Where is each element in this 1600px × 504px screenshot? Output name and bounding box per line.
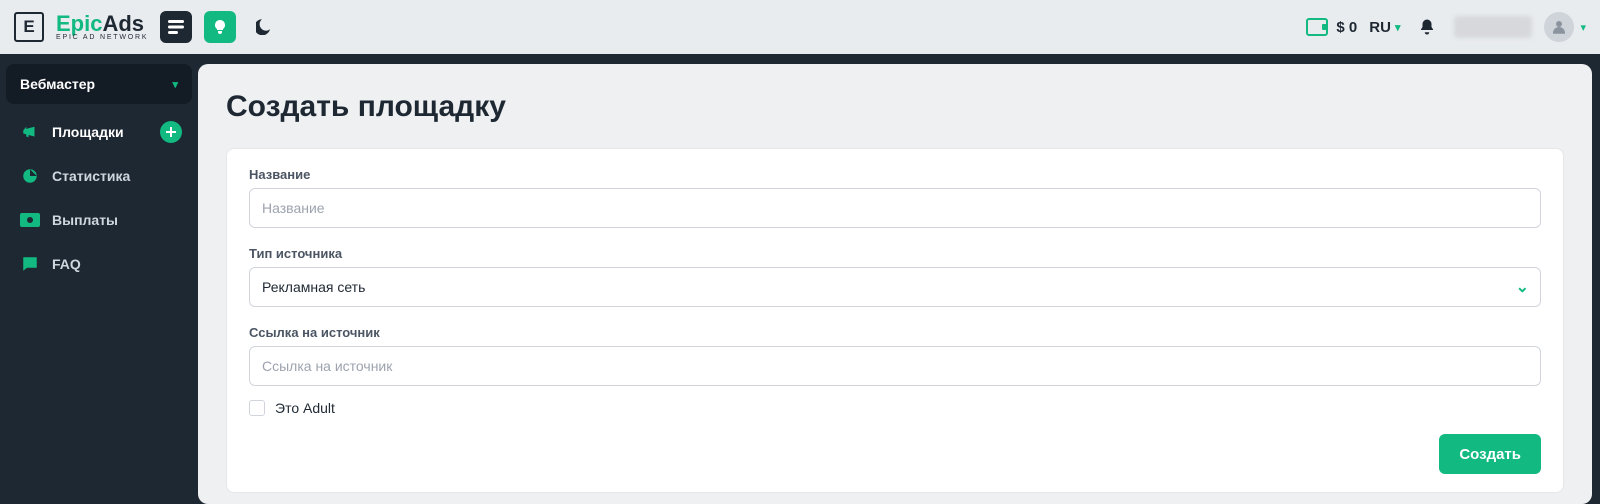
source-type-select[interactable]: Рекламная сеть xyxy=(249,267,1541,307)
wallet-icon xyxy=(1306,18,1328,36)
name-input[interactable] xyxy=(249,188,1541,228)
user-name xyxy=(1454,16,1532,38)
language-selector[interactable]: RU ▾ xyxy=(1369,19,1400,36)
add-site-button[interactable] xyxy=(160,121,182,143)
adult-checkbox-label[interactable]: Это Adult xyxy=(275,400,335,416)
chat-icon xyxy=(20,254,40,274)
sidebar: Вебмастер ▾ Площадки Статистика Выплаты xyxy=(0,54,198,504)
account-menu[interactable]: ▾ xyxy=(1544,12,1586,42)
sidebar-item-sites[interactable]: Площадки xyxy=(6,110,192,154)
source-link-input[interactable] xyxy=(249,346,1541,386)
money-icon xyxy=(20,210,40,230)
wallet-balance[interactable]: $ 0 xyxy=(1306,18,1357,36)
lightbulb-icon xyxy=(212,19,228,35)
source-type-label: Тип источника xyxy=(249,246,1541,261)
tips-button[interactable] xyxy=(204,11,236,43)
balance-value: 0 xyxy=(1349,19,1357,36)
logo-tagline: EPIC AD NETWORK xyxy=(56,34,148,41)
source-type-value: Рекламная сеть xyxy=(262,279,365,295)
main-content: Создать площадку Название Тип источника … xyxy=(198,64,1592,504)
sidebar-item-payouts[interactable]: Выплаты xyxy=(6,198,192,242)
logo-mark: E xyxy=(14,12,44,42)
megaphone-icon xyxy=(20,122,40,142)
logo-word-a: Epic xyxy=(56,11,102,36)
source-link-label: Ссылка на источник xyxy=(249,325,1541,340)
sidebar-item-label: FAQ xyxy=(52,256,81,272)
balance-currency: $ xyxy=(1336,19,1344,36)
logo-text: EpicAds EPIC AD NETWORK xyxy=(56,13,148,41)
menu-icon xyxy=(168,20,184,34)
sidebar-item-label: Площадки xyxy=(52,124,124,140)
chevron-down-icon: ⌄ xyxy=(1516,277,1529,297)
theme-toggle-button[interactable] xyxy=(248,11,280,43)
bell-icon xyxy=(1418,18,1436,36)
chevron-down-icon: ▾ xyxy=(1395,21,1401,34)
chevron-down-icon: ▾ xyxy=(172,78,178,91)
avatar xyxy=(1544,12,1574,42)
app-header: E EpicAds EPIC AD NETWORK $ 0 RU ▾ xyxy=(0,0,1600,54)
chart-icon xyxy=(20,166,40,186)
page-title: Создать площадку xyxy=(226,90,1564,124)
person-icon xyxy=(1550,18,1568,36)
sidebar-item-label: Статистика xyxy=(52,168,130,184)
sidebar-item-stats[interactable]: Статистика xyxy=(6,154,192,198)
chevron-down-icon: ▾ xyxy=(1580,21,1586,34)
menu-toggle-button[interactable] xyxy=(160,11,192,43)
adult-checkbox[interactable] xyxy=(249,400,265,416)
notifications-button[interactable] xyxy=(1412,18,1442,36)
sidebar-item-faq[interactable]: FAQ xyxy=(6,242,192,286)
logo-word-b: Ads xyxy=(102,11,144,36)
name-label: Название xyxy=(249,167,1541,182)
sidebar-item-label: Выплаты xyxy=(52,212,118,228)
sidebar-group-label: Вебмастер xyxy=(20,76,95,92)
create-site-form: Название Тип источника Рекламная сеть ⌄ … xyxy=(226,148,1564,493)
create-button[interactable]: Создать xyxy=(1439,434,1541,474)
plus-icon xyxy=(166,127,176,137)
sidebar-group-webmaster[interactable]: Вебмастер ▾ xyxy=(6,64,192,104)
language-code: RU xyxy=(1369,19,1391,36)
moon-icon xyxy=(256,19,272,35)
